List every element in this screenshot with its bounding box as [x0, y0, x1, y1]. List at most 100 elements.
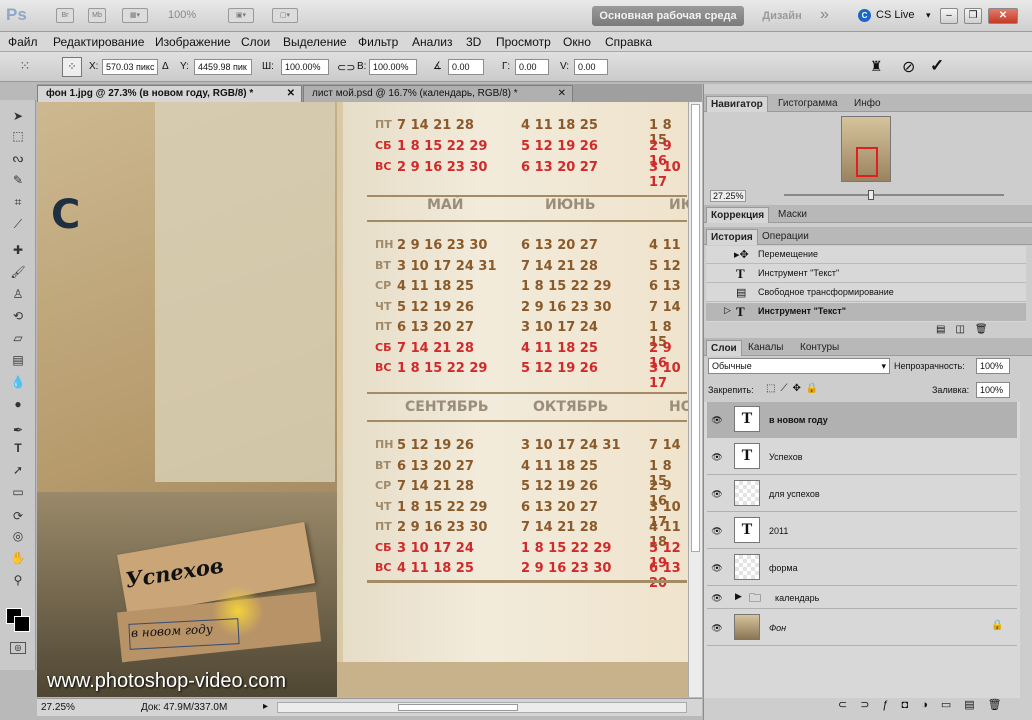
healing-tool-icon[interactable]: ✚ [9, 242, 27, 258]
mini-bridge-icon[interactable]: Mb [88, 8, 106, 23]
marquee-tool-icon[interactable]: ⬚ [9, 128, 27, 144]
fill-field[interactable]: 100% [976, 382, 1010, 398]
navigator-thumbnail[interactable] [841, 116, 891, 182]
quick-select-tool-icon[interactable]: ✎ [9, 172, 27, 188]
slider-handle[interactable] [868, 190, 874, 200]
lock-icons[interactable]: ⬚⟋✥🔒 [766, 383, 823, 394]
width-field[interactable]: 100.00% [281, 59, 329, 75]
menu-filter[interactable]: Фильтр [358, 35, 398, 49]
tab-document-1[interactable]: фон 1.jpg @ 27.3% (в новом году, RGB/8) … [37, 85, 302, 102]
status-menu-icon[interactable]: ▸ [263, 701, 268, 712]
menu-select[interactable]: Выделение [283, 35, 347, 49]
layer-row[interactable]: 👁 форма [707, 550, 1017, 586]
visibility-eye-icon[interactable]: 👁 [711, 593, 723, 603]
minimize-button[interactable]: – [940, 8, 958, 24]
cs-live-menu[interactable]: CS Live [876, 9, 915, 21]
arrange-icon[interactable]: ▣▾ [228, 8, 254, 23]
x-field[interactable]: 570.03 пикс [102, 59, 158, 75]
tab-actions[interactable]: Операции [758, 229, 813, 245]
angle-field[interactable]: 0.00 [448, 59, 484, 75]
reference-point-icon[interactable]: ⁘ [62, 57, 82, 77]
hand-tool-icon[interactable]: ✋ [9, 550, 27, 566]
visibility-eye-icon[interactable]: 👁 [711, 526, 723, 536]
menu-view[interactable]: Просмотр [496, 35, 551, 49]
tab-history[interactable]: История [706, 229, 758, 245]
workspace-essentials-button[interactable]: Основная рабочая среда [592, 6, 744, 26]
transform-tool-icon[interactable]: ⁙ [14, 58, 36, 76]
cancel-transform-icon[interactable]: ⊘ [902, 57, 915, 77]
visibility-eye-icon[interactable]: 👁 [711, 452, 723, 462]
workspace-design-button[interactable]: Дизайн [752, 6, 812, 26]
more-workspaces-button[interactable]: » [820, 6, 829, 24]
bridge-icon[interactable]: Br [56, 8, 74, 23]
zoom-select[interactable]: 100% [168, 9, 196, 21]
layer-row[interactable]: 👁 для успехов [707, 476, 1017, 512]
navigator-zoom-field[interactable]: 27.25% [710, 190, 746, 202]
path-select-tool-icon[interactable]: ➚ [9, 462, 27, 478]
commit-transform-icon[interactable]: ✓ [930, 56, 944, 76]
layer-row[interactable]: 👁 Tв новом году [707, 402, 1017, 438]
menu-analysis[interactable]: Анализ [412, 35, 453, 49]
dodge-tool-icon[interactable]: ● [9, 396, 27, 412]
3d-orbit-tool-icon[interactable]: ◎ [9, 528, 27, 544]
menu-edit[interactable]: Редактирование [53, 35, 144, 49]
stamp-tool-icon[interactable]: ♙ [9, 286, 27, 302]
type-tool-icon[interactable]: T [9, 440, 27, 456]
navigator-view-box[interactable] [856, 147, 878, 177]
visibility-eye-icon[interactable]: 👁 [711, 415, 723, 425]
lasso-tool-icon[interactable]: ᔓ [9, 150, 27, 166]
menu-layers[interactable]: Слои [241, 35, 270, 49]
tab-info[interactable]: Инфо [850, 96, 885, 112]
tab-paths[interactable]: Контуры [796, 340, 843, 356]
menu-file[interactable]: Файл [8, 35, 38, 49]
layer-row[interactable]: 👁 Фон 🔒 [707, 610, 1017, 646]
h-skew-field[interactable]: 0.00 [515, 59, 549, 75]
tab-document-2[interactable]: лист мой.psd @ 16.7% (календарь, RGB/8) … [303, 85, 573, 102]
guides-icon[interactable]: ▦▾ [122, 8, 148, 23]
opacity-field[interactable]: 100% [976, 358, 1010, 374]
tab-navigator[interactable]: Навигатор [706, 96, 768, 112]
layer-row[interactable]: 👁 T 2011 [707, 513, 1017, 549]
3d-rotate-tool-icon[interactable]: ⟳ [9, 508, 27, 524]
tab-histogram[interactable]: Гистограмма [774, 96, 842, 112]
warp-icon[interactable]: ♜ [870, 58, 883, 75]
visibility-eye-icon[interactable]: 👁 [711, 623, 723, 633]
close-button[interactable]: ✕ [988, 8, 1018, 24]
link-icon[interactable]: ⊂⊃ [337, 61, 355, 74]
restore-button[interactable]: ❐ [964, 8, 982, 24]
tab-adjustments[interactable]: Коррекция [706, 207, 770, 223]
close-tab-icon[interactable]: ✕ [287, 86, 295, 102]
layers-footer-icons[interactable]: ⊂⊃ƒ◘◑▭▤🗑 [838, 698, 1015, 711]
crop-tool-icon[interactable]: ⌗ [9, 194, 27, 210]
history-item[interactable]: T Инструмент "Текст" [706, 265, 1026, 283]
history-item[interactable]: ▤ Свободное трансформирование [706, 284, 1026, 302]
navigator-zoom-slider[interactable] [784, 190, 1004, 200]
blend-mode-select[interactable]: Обычные ▾ [708, 358, 890, 374]
y-field[interactable]: 4459.98 пик [194, 59, 252, 75]
move-tool-icon[interactable]: ➤ [9, 108, 27, 124]
layer-group-row[interactable]: 👁 ▶ 🗀 календарь [707, 587, 1017, 609]
menu-image[interactable]: Изображение [155, 35, 231, 49]
visibility-eye-icon[interactable]: 👁 [711, 563, 723, 573]
history-item[interactable]: ▸✥ Перемещение [706, 246, 1026, 264]
document-canvas[interactable]: C ПТ 7 14 21 28 4 11 18 25 1 8 15 СБ 1 8 15 2… [37, 102, 688, 697]
tab-channels[interactable]: Каналы [744, 340, 788, 356]
brush-tool-icon[interactable]: 🖌 [9, 264, 27, 280]
shape-tool-icon[interactable]: ▭ [9, 484, 27, 500]
menu-window[interactable]: Окно [563, 35, 591, 49]
history-footer-icons[interactable]: ▤◫🗑 [936, 324, 998, 335]
horizontal-scrollbar[interactable] [277, 702, 687, 713]
close-tab-icon[interactable]: ✕ [558, 86, 566, 102]
tab-masks[interactable]: Маски [774, 207, 811, 223]
pen-tool-icon[interactable]: ✒ [9, 422, 27, 438]
menu-help[interactable]: Справка [605, 35, 652, 49]
scroll-thumb[interactable] [398, 704, 518, 711]
zoom-tool-icon[interactable]: ⚲ [9, 572, 27, 588]
layer-row[interactable]: 👁 T Успехов [707, 439, 1017, 475]
gradient-tool-icon[interactable]: ▤ [9, 352, 27, 368]
quick-mask-icon[interactable]: ◎ [10, 642, 26, 654]
menu-3d[interactable]: 3D [466, 35, 481, 49]
visibility-eye-icon[interactable]: 👁 [711, 489, 723, 499]
height-field[interactable]: 100.00% [369, 59, 417, 75]
history-brush-icon[interactable]: ⟲ [9, 308, 27, 324]
